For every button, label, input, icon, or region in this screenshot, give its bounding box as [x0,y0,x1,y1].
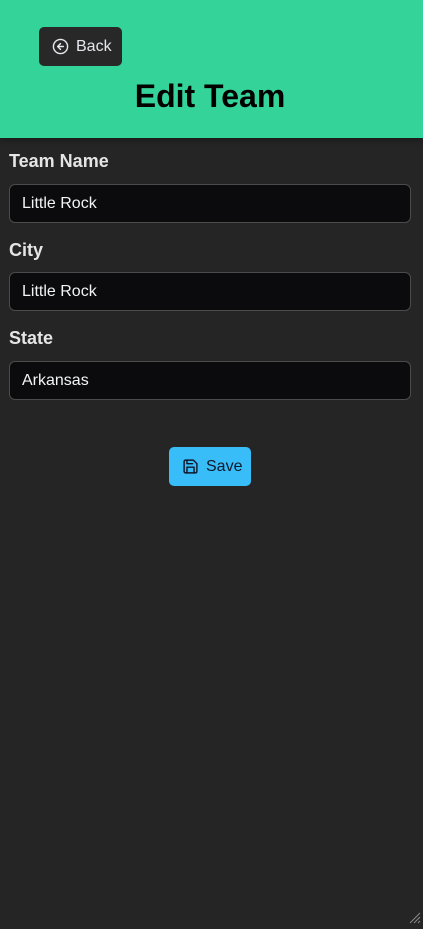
page-title: Edit Team [134,78,286,114]
city-label: City [9,240,44,260]
state-input[interactable] [9,361,411,400]
city-input[interactable] [9,272,411,311]
back-button[interactable]: Back [39,27,122,66]
team-name-input[interactable] [9,184,411,223]
save-button[interactable]: Save [169,447,251,486]
floppy-disk-icon [182,458,199,475]
circle-arrow-left-icon [52,38,69,55]
page-header: Back Edit Team [0,0,423,138]
save-button-label: Save [206,457,243,475]
resize-handle-icon[interactable] [409,911,421,924]
team-name-label: Team Name [9,151,109,171]
state-label: State [9,328,54,348]
back-button-label: Back [76,37,112,55]
